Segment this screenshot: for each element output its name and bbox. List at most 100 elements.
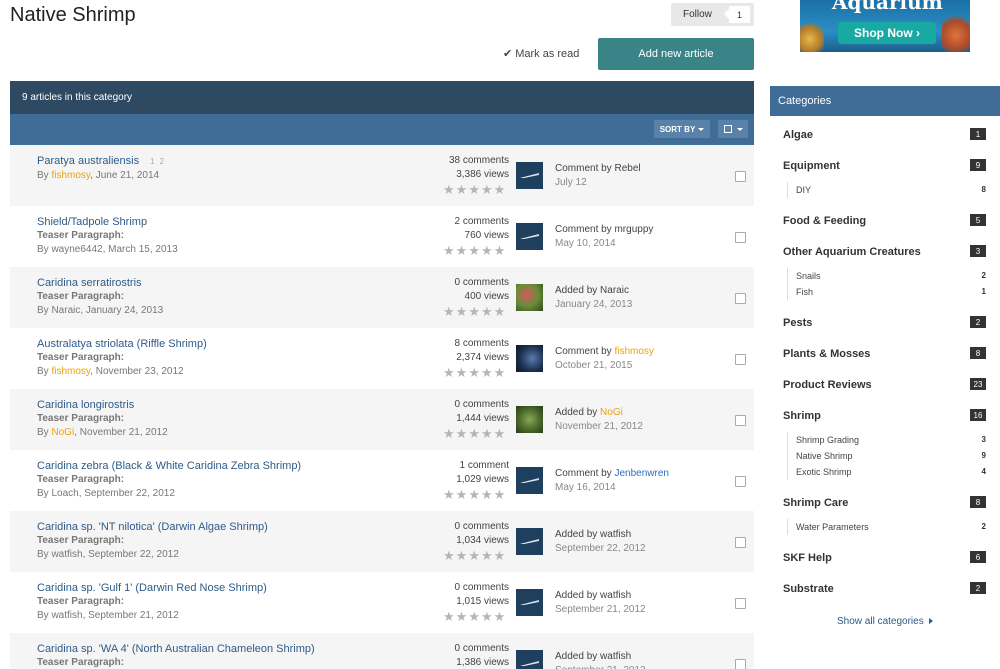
last-author-link[interactable]: watfish: [600, 651, 631, 662]
category-item[interactable]: Algae 1: [770, 116, 1000, 147]
add-new-article-button[interactable]: Add new article: [598, 38, 754, 70]
star-icon[interactable]: ★: [443, 488, 455, 501]
row-select-checkbox[interactable]: [735, 659, 746, 669]
star-icon[interactable]: ★: [443, 610, 455, 623]
star-icon[interactable]: ★: [443, 549, 455, 562]
article-title-link[interactable]: Caridina zebra (Black & White Caridina Z…: [37, 460, 301, 472]
star-icon[interactable]: ★: [443, 244, 455, 257]
last-author-link[interactable]: Rebel: [614, 163, 640, 174]
mark-as-read-link[interactable]: ✔ Mark as read: [503, 47, 579, 60]
row-select-checkbox[interactable]: [735, 598, 746, 609]
category-item[interactable]: Plants & Mosses 8: [770, 335, 1000, 366]
author-link[interactable]: Loach: [51, 488, 78, 499]
category-name[interactable]: Algae: [783, 129, 813, 141]
last-author-link[interactable]: mrguppy: [614, 224, 653, 235]
category-name[interactable]: Shrimp: [783, 410, 821, 422]
star-rating[interactable]: ★ ★ ★ ★ ★: [443, 183, 505, 196]
star-icon[interactable]: ★: [456, 610, 468, 623]
author-link[interactable]: watfish: [51, 610, 82, 621]
sort-by-button[interactable]: SORT BY: [654, 120, 710, 138]
star-icon[interactable]: ★: [443, 366, 455, 379]
star-rating[interactable]: ★ ★ ★ ★ ★: [443, 488, 505, 501]
category-name[interactable]: SKF Help: [783, 552, 832, 564]
avatar[interactable]: [516, 528, 543, 555]
star-icon[interactable]: ★: [456, 305, 468, 318]
star-rating[interactable]: ★ ★ ★ ★ ★: [443, 549, 505, 562]
star-icon[interactable]: ★: [494, 427, 506, 440]
row-select-checkbox[interactable]: [735, 232, 746, 243]
last-author-link[interactable]: watfish: [600, 529, 631, 540]
category-item[interactable]: Substrate 2: [770, 570, 1000, 601]
star-icon[interactable]: ★: [443, 305, 455, 318]
star-rating[interactable]: ★ ★ ★ ★ ★: [443, 244, 505, 257]
avatar[interactable]: [516, 406, 543, 433]
category-item[interactable]: Shrimp Care 8: [770, 484, 1000, 515]
category-item[interactable]: Shrimp 16: [770, 397, 1000, 428]
subcategory-item[interactable]: Exotic Shrimp 4: [788, 464, 1000, 480]
subcategory-item[interactable]: Shrimp Grading 3: [788, 432, 1000, 448]
avatar[interactable]: [516, 223, 543, 250]
star-icon[interactable]: ★: [468, 366, 480, 379]
select-all-button[interactable]: [718, 120, 748, 138]
subcategory-name[interactable]: Shrimp Grading: [796, 435, 859, 445]
star-icon[interactable]: ★: [481, 549, 493, 562]
category-item[interactable]: Food & Feeding 5: [770, 202, 1000, 233]
article-title-link[interactable]: Caridina sp. 'NT nilotica' (Darwin Algae…: [37, 521, 268, 533]
category-item[interactable]: Equipment 9: [770, 147, 1000, 178]
avatar[interactable]: [516, 467, 543, 494]
subcategory-item[interactable]: Native Shrimp 9: [788, 448, 1000, 464]
article-title-link[interactable]: Australatya striolata (Riffle Shrimp): [37, 338, 207, 350]
subcategory-name[interactable]: Exotic Shrimp: [796, 467, 852, 477]
star-icon[interactable]: ★: [468, 610, 480, 623]
subcategory-name[interactable]: Water Parameters: [796, 522, 869, 532]
shop-now-button[interactable]: Shop Now ›: [838, 22, 936, 44]
author-link[interactable]: fishmosy: [51, 170, 90, 181]
star-icon[interactable]: ★: [456, 244, 468, 257]
page-link[interactable]: 1: [150, 157, 154, 166]
star-icon[interactable]: ★: [456, 366, 468, 379]
avatar[interactable]: [516, 650, 543, 669]
author-link[interactable]: wayne6442: [51, 244, 102, 255]
category-name[interactable]: Plants & Mosses: [783, 348, 870, 360]
category-name[interactable]: Equipment: [783, 160, 840, 172]
author-link[interactable]: Naraic: [51, 305, 80, 316]
category-name[interactable]: Other Aquarium Creatures: [783, 246, 921, 258]
category-name[interactable]: Shrimp Care: [783, 497, 848, 509]
category-name[interactable]: Product Reviews: [783, 379, 872, 391]
category-item[interactable]: Product Reviews 23: [770, 366, 1000, 397]
star-icon[interactable]: ★: [494, 183, 506, 196]
last-author-link[interactable]: Naraic: [600, 285, 629, 296]
advertisement-banner[interactable]: Aquarium Shop Now ›: [800, 0, 970, 52]
star-icon[interactable]: ★: [481, 366, 493, 379]
star-icon[interactable]: ★: [456, 427, 468, 440]
star-icon[interactable]: ★: [456, 549, 468, 562]
row-select-checkbox[interactable]: [735, 537, 746, 548]
star-icon[interactable]: ★: [468, 244, 480, 257]
category-item[interactable]: Other Aquarium Creatures 3: [770, 233, 1000, 264]
show-all-categories-link[interactable]: Show all categories: [837, 616, 933, 627]
article-title-link[interactable]: Shield/Tadpole Shrimp: [37, 216, 147, 228]
star-icon[interactable]: ★: [481, 488, 493, 501]
subcategory-name[interactable]: Fish: [796, 287, 813, 297]
subcategory-item[interactable]: Water Parameters 2: [788, 519, 1000, 535]
author-link[interactable]: fishmosy: [51, 366, 90, 377]
last-author-link[interactable]: fishmosy: [614, 346, 653, 357]
last-author-link[interactable]: NoGi: [600, 407, 623, 418]
star-icon[interactable]: ★: [468, 183, 480, 196]
star-rating[interactable]: ★ ★ ★ ★ ★: [443, 366, 505, 379]
star-icon[interactable]: ★: [494, 366, 506, 379]
star-icon[interactable]: ★: [494, 244, 506, 257]
star-icon[interactable]: ★: [494, 305, 506, 318]
article-title-link[interactable]: Caridina serratirostris: [37, 277, 142, 289]
row-select-checkbox[interactable]: [735, 171, 746, 182]
star-icon[interactable]: ★: [481, 610, 493, 623]
article-title-link[interactable]: Caridina sp. 'WA 4' (North Australian Ch…: [37, 643, 315, 655]
row-select-checkbox[interactable]: [735, 293, 746, 304]
follow-button[interactable]: Follow 1: [671, 3, 754, 26]
subcategory-name[interactable]: Snails: [796, 271, 821, 281]
author-link[interactable]: NoGi: [51, 427, 74, 438]
category-name[interactable]: Food & Feeding: [783, 215, 866, 227]
star-icon[interactable]: ★: [468, 549, 480, 562]
category-name[interactable]: Pests: [783, 317, 812, 329]
star-icon[interactable]: ★: [443, 427, 455, 440]
